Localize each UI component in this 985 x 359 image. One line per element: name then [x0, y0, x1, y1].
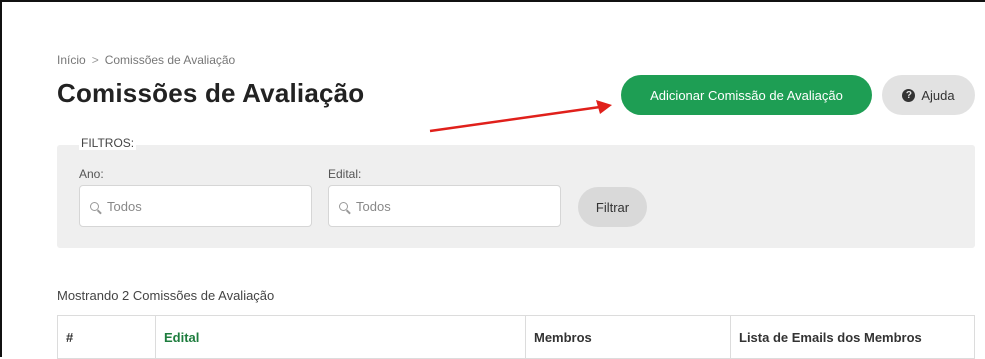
search-icon [339, 201, 348, 211]
year-select[interactable]: Todos [79, 185, 312, 227]
edital-label: Edital: [328, 167, 362, 181]
column-header-edital[interactable]: Edital [156, 316, 526, 358]
help-button-label: Ajuda [921, 87, 955, 103]
annotation-arrow-icon [429, 100, 612, 133]
edital-select-value: Todos [356, 198, 391, 214]
column-header-members[interactable]: Membros [526, 316, 731, 358]
breadcrumb-home[interactable]: Início [57, 53, 86, 67]
column-header-number[interactable]: # [58, 316, 156, 358]
help-button[interactable]: ? Ajuda [882, 75, 975, 115]
search-icon [90, 201, 99, 211]
breadcrumb: Início > Comissões de Avaliação [57, 53, 235, 67]
year-select-value: Todos [107, 198, 142, 214]
filter-button[interactable]: Filtrar [578, 187, 647, 227]
question-circle-icon: ? [902, 88, 916, 102]
page-title: Comissões de Avaliação [57, 78, 365, 108]
column-header-member-emails[interactable]: Lista de Emails dos Membros [731, 316, 974, 358]
edital-select[interactable]: Todos [328, 185, 561, 227]
filters-legend: FILTROS: [79, 136, 137, 150]
breadcrumb-current: Comissões de Avaliação [104, 53, 236, 67]
results-summary: Mostrando 2 Comissões de Avaliação [57, 288, 275, 303]
table-header: # Edital Membros Lista de Emails dos Mem… [57, 315, 975, 359]
add-commission-button[interactable]: Adicionar Comissão de Avaliação [621, 75, 872, 115]
breadcrumb-separator: > [91, 53, 99, 67]
year-label: Ano: [79, 167, 104, 181]
